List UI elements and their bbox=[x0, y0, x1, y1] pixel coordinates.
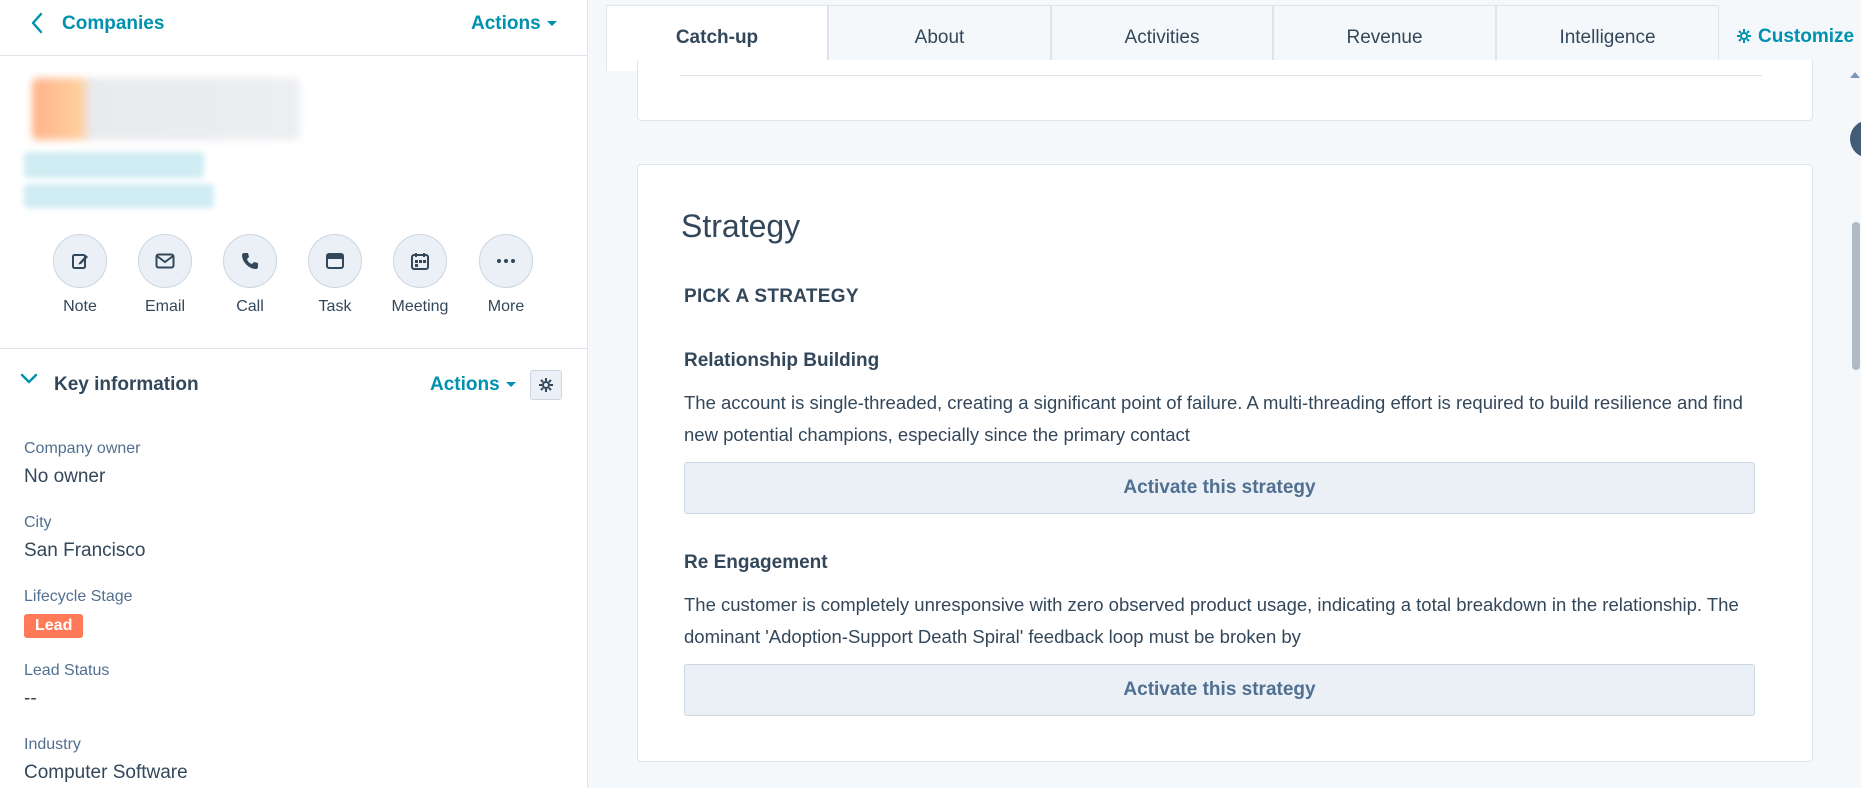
back-to-companies-link[interactable]: Companies bbox=[62, 12, 164, 36]
property-value: San Francisco bbox=[24, 540, 146, 561]
phone-icon bbox=[223, 234, 277, 288]
quick-action-label: Call bbox=[236, 298, 264, 315]
chevron-left-icon[interactable] bbox=[30, 12, 44, 39]
strategy-heading: Relationship Building bbox=[684, 350, 880, 371]
property-label: Industry bbox=[24, 736, 81, 753]
quick-action-label: More bbox=[487, 298, 525, 315]
company-domain-redacted[interactable] bbox=[24, 152, 204, 178]
gear-icon[interactable] bbox=[530, 370, 562, 400]
strategy-description: The customer is completely unresponsive … bbox=[684, 594, 1739, 647]
property-label: Lead Status bbox=[24, 662, 110, 679]
previous-card-divider bbox=[680, 75, 1762, 76]
chevron-down-icon[interactable] bbox=[20, 372, 38, 390]
email-icon bbox=[138, 234, 192, 288]
pick-a-strategy-heading: PICK A STRATEGY bbox=[684, 286, 859, 307]
property-label: City bbox=[24, 514, 52, 531]
quick-action-email[interactable]: Email bbox=[137, 234, 193, 316]
quick-action-label: Email bbox=[144, 298, 185, 315]
property-label: Company owner bbox=[24, 440, 141, 457]
key-information-title[interactable]: Key information bbox=[54, 374, 199, 396]
quick-action-label: Note bbox=[63, 298, 97, 315]
quick-action-call[interactable]: Call bbox=[222, 234, 278, 316]
customize-label: Customize bbox=[1758, 26, 1855, 47]
strategy-card-title: Strategy bbox=[681, 208, 801, 244]
activate-strategy-button[interactable]: Activate this strategy bbox=[684, 462, 1755, 514]
record-sidebar: Companies Actions Note Email Call Task M… bbox=[0, 0, 588, 788]
quick-action-label: Meeting bbox=[391, 298, 449, 315]
caret-down-icon bbox=[546, 21, 557, 27]
customize-button[interactable]: Customize bbox=[1736, 26, 1854, 48]
property-value: -- bbox=[24, 688, 37, 709]
property-company-owner[interactable]: Company owner No owner bbox=[24, 440, 141, 488]
property-lifecycle-stage[interactable]: Lifecycle Stage Lead bbox=[24, 588, 133, 638]
gear-icon bbox=[1737, 29, 1751, 43]
actions-label: Actions bbox=[430, 374, 500, 395]
task-icon bbox=[308, 234, 362, 288]
property-label: Lifecycle Stage bbox=[24, 588, 133, 605]
property-city[interactable]: City San Francisco bbox=[24, 514, 145, 562]
strategy-description: The account is single-threaded, creating… bbox=[684, 392, 1743, 445]
strategy-heading: Re Engagement bbox=[684, 552, 828, 573]
scrollbar-track[interactable] bbox=[1851, 72, 1861, 788]
company-avatar-and-name-redacted bbox=[32, 78, 300, 140]
scrollbar-thumb[interactable] bbox=[1852, 222, 1860, 370]
scroll-up-arrow-icon[interactable] bbox=[1850, 72, 1860, 78]
property-industry[interactable]: Industry Computer Software bbox=[24, 736, 188, 784]
actions-label: Actions bbox=[471, 13, 541, 34]
record-actions-dropdown[interactable]: Actions bbox=[471, 12, 557, 36]
key-info-actions-dropdown[interactable]: Actions bbox=[430, 374, 516, 396]
property-value: Computer Software bbox=[24, 762, 188, 783]
sidebar-header: Companies Actions bbox=[0, 0, 587, 56]
section-divider bbox=[0, 348, 587, 349]
activate-strategy-button[interactable]: Activate this strategy bbox=[684, 664, 1755, 716]
quick-action-note[interactable]: Note bbox=[52, 234, 108, 316]
property-value: No owner bbox=[24, 466, 106, 487]
quick-action-task[interactable]: Task bbox=[307, 234, 363, 316]
more-dots-icon bbox=[479, 234, 533, 288]
company-phone-redacted[interactable] bbox=[24, 184, 214, 208]
lifecycle-stage-badge: Lead bbox=[24, 614, 84, 638]
previous-card bbox=[637, 60, 1813, 121]
caret-down-icon bbox=[505, 382, 516, 388]
property-lead-status[interactable]: Lead Status -- bbox=[24, 662, 109, 710]
quick-action-meeting[interactable]: Meeting bbox=[392, 234, 448, 316]
quick-action-label: Task bbox=[318, 298, 352, 315]
note-edit-icon bbox=[53, 234, 107, 288]
calendar-icon bbox=[393, 234, 447, 288]
quick-action-more[interactable]: More bbox=[478, 234, 534, 316]
